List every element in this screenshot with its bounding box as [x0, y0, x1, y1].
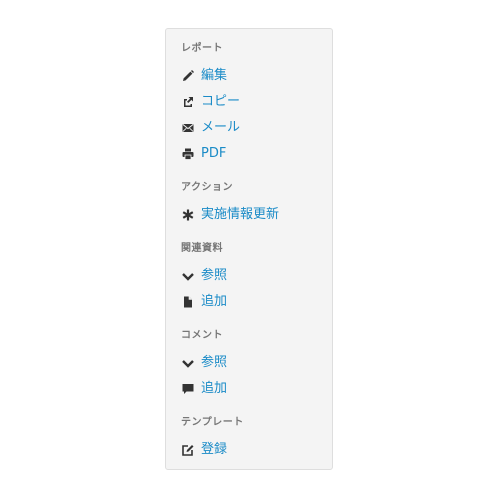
template-register-link[interactable]: 登録 [181, 440, 227, 460]
comment-icon [181, 383, 194, 396]
section-title-report: レポート [181, 43, 223, 54]
asterisk-icon [181, 209, 194, 222]
report-edit-link[interactable]: 編集 [181, 66, 227, 86]
chevron-down-icon [181, 270, 194, 283]
sidebar-panel: レポート 編集 コピー メール PDF アクション 実施情報更新 関連資料 参照… [165, 28, 333, 470]
share-icon [181, 96, 194, 109]
related-view-link[interactable]: 参照 [181, 266, 227, 286]
report-mail-label: メール [201, 120, 241, 135]
related-add-link[interactable]: 追加 [181, 292, 227, 312]
comment-add-label: 追加 [201, 381, 228, 396]
report-pdf-link[interactable]: PDF [181, 144, 226, 164]
report-copy-label: コピー [201, 94, 241, 109]
file-icon [181, 296, 194, 309]
action-update-link[interactable]: 実施情報更新 [181, 205, 279, 225]
report-copy-link[interactable]: コピー [181, 92, 240, 112]
chevron-down-icon [181, 357, 194, 370]
section-title-action: アクション [181, 182, 233, 193]
comment-view-label: 参照 [201, 355, 228, 370]
report-mail-link[interactable]: メール [181, 118, 240, 138]
related-add-label: 追加 [201, 294, 228, 309]
section-title-template: テンプレート [181, 417, 244, 428]
printer-icon [181, 148, 194, 161]
envelope-icon [181, 122, 194, 135]
section-title-related: 関連資料 [181, 243, 223, 254]
report-edit-label: 編集 [201, 68, 228, 83]
related-view-label: 参照 [201, 268, 228, 283]
comment-add-link[interactable]: 追加 [181, 379, 227, 399]
report-pdf-label: PDF [201, 146, 227, 161]
template-register-label: 登録 [201, 442, 228, 457]
section-title-comment: コメント [181, 330, 223, 341]
edit-square-icon [181, 444, 194, 457]
action-update-label: 実施情報更新 [201, 207, 280, 222]
pencil-icon [181, 70, 194, 83]
comment-view-link[interactable]: 参照 [181, 353, 227, 373]
